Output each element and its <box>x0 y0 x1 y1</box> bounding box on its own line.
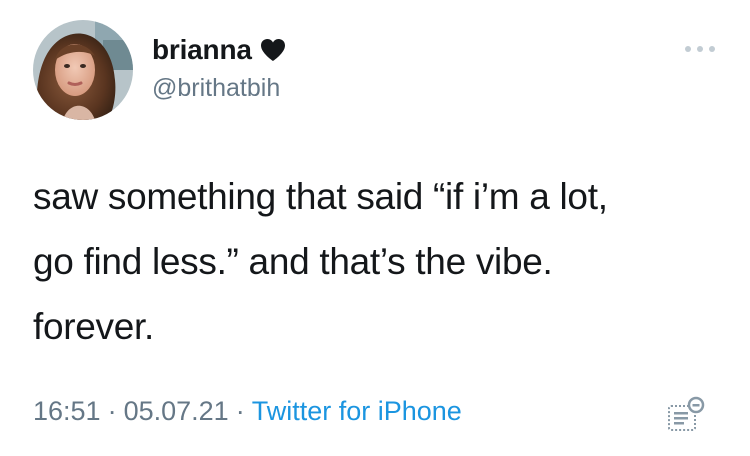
more-options-icon[interactable] <box>683 42 717 56</box>
analytics-icon[interactable] <box>666 394 706 434</box>
display-name[interactable]: brianna <box>152 34 252 66</box>
tweet-meta: 16:51 · 05.07.21 · Twitter for iPhone <box>33 396 462 427</box>
tweet-text: saw something that said “if i’m a lot, g… <box>33 164 723 359</box>
user-handle[interactable]: @brithatbih <box>152 74 280 103</box>
display-name-row[interactable]: brianna <box>152 34 286 66</box>
tweet-source-link[interactable]: Twitter for iPhone <box>252 396 462 427</box>
tweet-text-line: saw something that said “if i’m a lot, <box>33 176 608 217</box>
heart-icon <box>260 38 286 62</box>
tweet-text-line: forever. <box>33 306 154 347</box>
tweet-time[interactable]: 16:51 <box>33 396 101 427</box>
avatar[interactable] <box>33 20 133 120</box>
separator: · <box>107 396 117 426</box>
tweet-text-line: go find less.” and that’s the vibe. <box>33 241 553 282</box>
tweet-date[interactable]: 05.07.21 <box>124 396 229 427</box>
separator: · <box>235 396 245 426</box>
